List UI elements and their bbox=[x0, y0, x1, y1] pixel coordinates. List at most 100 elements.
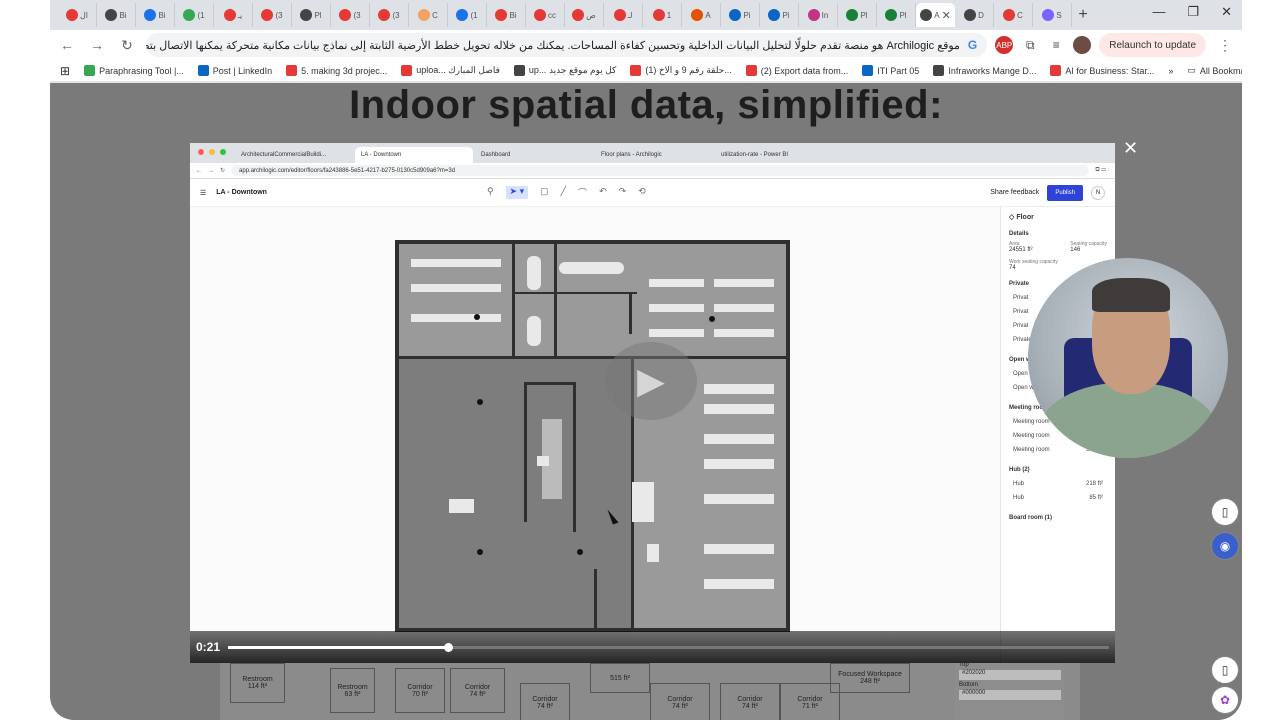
all-bookmarks[interactable]: ▭All Bookmarks bbox=[1187, 65, 1242, 76]
progress-fill bbox=[228, 645, 449, 649]
address-bar[interactable]: G موقع Archilogic هو منصة تقدم حلولًا لت… bbox=[146, 33, 988, 57]
bookmark-icon bbox=[745, 65, 757, 76]
browser-tab[interactable]: cc bbox=[526, 3, 565, 27]
browser-tab[interactable]: ص bbox=[565, 3, 604, 27]
relaunch-button[interactable]: Relaunch to update bbox=[1099, 33, 1206, 57]
bookmark-item[interactable]: up... كل يوم موقع جديد bbox=[513, 65, 617, 76]
browser-tab[interactable]: (3 bbox=[331, 3, 370, 27]
bookmark-label: AI for Business: Star... bbox=[1065, 65, 1155, 76]
browser-tab[interactable]: Bi bbox=[487, 3, 526, 27]
video-browser-tab: ArchitecturalCommercialBuildi... bbox=[235, 147, 353, 163]
tab-label: Pl bbox=[899, 10, 907, 20]
browser-tab[interactable]: S bbox=[1033, 3, 1072, 27]
tab-label: Pi bbox=[743, 10, 751, 20]
browser-tab[interactable]: A bbox=[682, 3, 721, 27]
hub-header: Hub (2) bbox=[1009, 467, 1030, 473]
bookmark-item[interactable]: 5. making 3d projec... bbox=[286, 65, 387, 76]
close-window-icon[interactable]: ✕ bbox=[1221, 4, 1232, 20]
undo-icon: ↶ bbox=[599, 186, 607, 196]
item-area: 218 ft² bbox=[1085, 481, 1103, 487]
brain-icon[interactable]: ✿ bbox=[1212, 687, 1238, 713]
browser-tab[interactable]: 1 bbox=[643, 3, 682, 27]
bottom-color-select[interactable]: #000000 bbox=[959, 690, 1061, 700]
rect-tool-icon: ▢ bbox=[540, 186, 549, 196]
panel-list-item: Hub 218 ft² bbox=[1009, 477, 1107, 491]
forward-icon[interactable]: → bbox=[86, 34, 108, 56]
bookmark-item[interactable]: (2) Export data from... bbox=[745, 65, 848, 76]
reload-icon[interactable]: ↻ bbox=[116, 34, 138, 56]
browser-window: ال Bi Bi (1 يـ (3 Pl (3 (3 C (1 Bi cc ص لـ 1 A Pi Pi In Pl Pl… bbox=[50, 0, 1242, 720]
tab-favicon-icon bbox=[572, 9, 585, 21]
menu-icon[interactable]: ⋮ bbox=[1214, 34, 1236, 56]
bookmark-item[interactable]: Infraworks Mange D... bbox=[933, 65, 1036, 76]
google-icon: G bbox=[967, 38, 978, 52]
apps-icon[interactable]: ⊞ bbox=[60, 64, 70, 78]
bookmark-item[interactable]: AI for Business: Star... bbox=[1050, 65, 1154, 76]
archilogic-toolbar: ☰ LA - Downtown ⚲ ➤ ▾ ▢ ╱ ⌒ ↶ ↷ ⟲ Share … bbox=[190, 179, 1115, 207]
bookmark-icon bbox=[286, 65, 298, 76]
back-icon[interactable]: ← bbox=[56, 34, 78, 56]
book-icon[interactable]: ▯ bbox=[1212, 657, 1238, 683]
browser-tab[interactable]: يـ bbox=[214, 3, 253, 27]
browser-tab[interactable]: لـ bbox=[604, 3, 643, 27]
browser-tab[interactable]: Pl bbox=[838, 3, 877, 27]
tab-favicon-icon bbox=[418, 9, 431, 21]
browser-tab[interactable]: Pi bbox=[721, 3, 760, 27]
browser-tab[interactable]: Pl bbox=[877, 3, 916, 27]
browser-tab[interactable]: C bbox=[994, 3, 1033, 27]
adblock-icon[interactable]: ABP bbox=[995, 36, 1014, 54]
extensions-icon[interactable]: ⧉ bbox=[1021, 36, 1040, 54]
tab-strip: ال Bi Bi (1 يـ (3 Pl (3 (3 C (1 Bi cc ص لـ 1 A Pi Pi In Pl Pl… bbox=[50, 0, 1242, 30]
play-button-overlay: ▶ bbox=[605, 342, 697, 420]
browser-tab[interactable]: (3 bbox=[253, 3, 292, 27]
media-icon[interactable]: ≡ bbox=[1047, 36, 1066, 54]
bookmark-icon bbox=[197, 65, 209, 76]
bookmarks-overflow-icon[interactable]: » bbox=[1168, 66, 1173, 76]
tab-label: A bbox=[705, 10, 711, 20]
bookmark-item[interactable]: ITI Part 05 bbox=[862, 65, 919, 76]
top-color-select[interactable]: #202020 bbox=[959, 670, 1061, 680]
tab-favicon-icon bbox=[183, 9, 196, 21]
tab-label: (1 bbox=[197, 10, 205, 20]
publish-button: Publish bbox=[1047, 184, 1083, 201]
browser-tab[interactable]: (3 bbox=[370, 3, 409, 27]
browser-tab[interactable]: C bbox=[409, 3, 448, 27]
reading-icon[interactable]: ▯ bbox=[1212, 499, 1238, 525]
progress-knob[interactable] bbox=[444, 642, 454, 652]
bookmark-item[interactable]: Paraphrasing Tool |... bbox=[84, 65, 184, 76]
close-video-icon[interactable]: ✕ bbox=[1123, 138, 1138, 159]
background-room: Corridor 74 ft² bbox=[450, 668, 505, 713]
video-tab-strip: ArchitecturalCommercialBuildi... LA - Dow… bbox=[190, 143, 1115, 163]
bookmark-item[interactable]: uploa... فاصل المبارك bbox=[401, 65, 500, 76]
new-tab-button[interactable]: + bbox=[1072, 6, 1094, 24]
tab-label: In bbox=[821, 10, 829, 20]
history-icon: ⟲ bbox=[638, 186, 646, 196]
maximize-icon[interactable]: ❐ bbox=[1187, 4, 1199, 20]
bookmark-item[interactable]: Post | LinkedIn bbox=[197, 65, 272, 76]
user-avatar: N bbox=[1091, 185, 1105, 200]
profile-avatar[interactable] bbox=[1073, 36, 1092, 54]
bookmark-icon bbox=[630, 65, 642, 76]
browser-tab[interactable]: (1 bbox=[175, 3, 214, 27]
board-room-header: Board room (1) bbox=[1009, 515, 1053, 521]
browser-tab[interactable]: Bi bbox=[136, 3, 175, 27]
video-progress-bar[interactable] bbox=[228, 642, 1109, 652]
video-player[interactable]: ArchitecturalCommercialBuildi... LA - Dow… bbox=[190, 143, 1115, 663]
bookmark-item[interactable]: (1) حلقة رقم 9 و الاخ... bbox=[630, 65, 732, 76]
browser-tab[interactable]: ال bbox=[58, 3, 97, 27]
browser-tab[interactable]: Pl bbox=[292, 3, 331, 27]
video-browser-tab: LA - Downtown bbox=[355, 147, 473, 163]
tab-close-icon[interactable]: ✕ bbox=[942, 9, 951, 22]
bookmark-label: up... كل يوم موقع جديد bbox=[528, 65, 617, 75]
browser-tab[interactable]: A ✕ bbox=[916, 3, 955, 27]
browser-tab[interactable]: Pi bbox=[760, 3, 799, 27]
browser-tab[interactable]: In bbox=[799, 3, 838, 27]
minimize-icon[interactable]: — bbox=[1152, 4, 1165, 20]
browser-tab[interactable]: (1 bbox=[448, 3, 487, 27]
bookmark-icon bbox=[862, 65, 874, 76]
browser-tab[interactable]: Bi bbox=[97, 3, 136, 27]
video-browser-tab: Dashboard bbox=[475, 147, 593, 163]
editor-tools: ⚲ ➤ ▾ ▢ ╱ ⌒ ↶ ↷ ⟲ bbox=[487, 186, 646, 199]
browser-tab[interactable]: D bbox=[955, 3, 994, 27]
assistant-icon[interactable]: ◉ bbox=[1212, 533, 1238, 559]
